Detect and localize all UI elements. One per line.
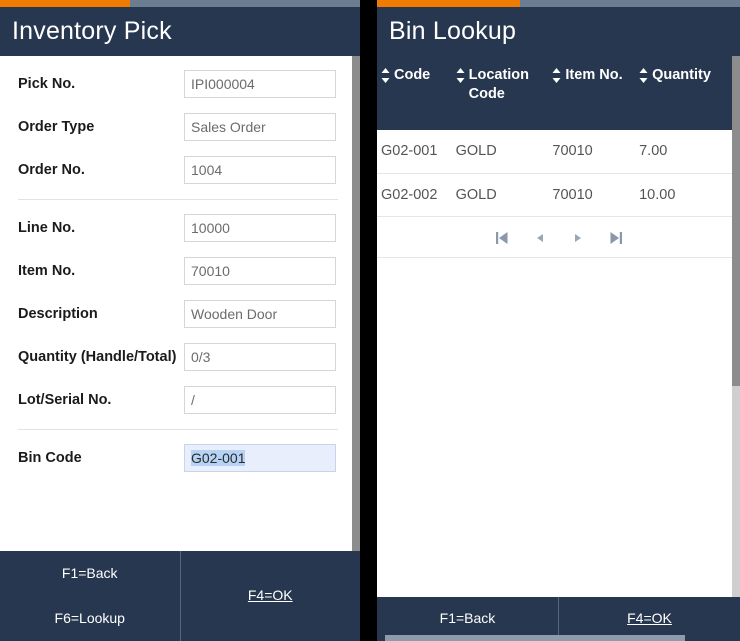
- field-row-lot-serial-no: Lot/Serial No. /: [18, 386, 338, 416]
- inventory-pick-panel: Inventory Pick Pick No. IPI000004 Order …: [0, 0, 360, 641]
- field-row-quantity: Quantity (Handle/Total) 0/3: [18, 343, 338, 373]
- cell-quantity: 10.00: [635, 173, 740, 218]
- label-bin-code: Bin Code: [18, 450, 82, 466]
- next-page-icon[interactable]: [569, 229, 587, 247]
- field-row-description: Description Wooden Door: [18, 300, 338, 330]
- left-command-group: F1=Back F6=Lookup: [0, 551, 180, 641]
- column-header-quantity-label: Quantity: [652, 67, 711, 83]
- screen-root: Inventory Pick Pick No. IPI000004 Order …: [0, 0, 740, 641]
- table-row[interactable]: G02-001 GOLD 70010 7.00: [377, 129, 740, 174]
- cell-location-code: GOLD: [451, 173, 549, 218]
- input-order-type[interactable]: Sales Order: [184, 113, 336, 141]
- bin-lookup-command-bar: F1=Back F4=OK: [377, 597, 740, 641]
- column-header-location-code[interactable]: Location Code: [451, 56, 549, 130]
- right-panel-horizontal-scrollbar[interactable]: [377, 635, 740, 641]
- field-row-order-no: Order No. 1004: [18, 156, 338, 186]
- form-divider-1: [18, 199, 338, 200]
- f6-lookup-button[interactable]: F6=Lookup: [55, 606, 125, 632]
- column-header-item-no[interactable]: Item No.: [548, 56, 636, 130]
- right-panel-scroll-thumb[interactable]: [732, 56, 740, 386]
- form-divider-2: [18, 429, 338, 430]
- input-order-no[interactable]: 1004: [184, 156, 336, 184]
- column-header-location-code-label: Location Code: [468, 67, 530, 102]
- lookup-page-title: Bin Lookup: [389, 17, 517, 45]
- bin-lookup-body: Code Location Code Item No. Quantity G02…: [377, 56, 740, 597]
- input-line-no[interactable]: 10000: [184, 214, 336, 242]
- bin-lookup-panel: Bin Lookup Code Location Code Item No. Q…: [377, 0, 740, 641]
- label-description: Description: [18, 306, 98, 322]
- column-header-code-label: Code: [394, 67, 431, 83]
- table-header-row: Code Location Code Item No. Quantity: [377, 56, 740, 130]
- cell-code: G02-001: [377, 129, 452, 174]
- input-bin-code-selected-text: G02-001: [191, 450, 246, 466]
- bin-lookup-titlebar: Bin Lookup: [377, 7, 740, 56]
- sort-updown-icon: [381, 68, 390, 83]
- label-pick-no: Pick No.: [18, 76, 76, 92]
- input-description[interactable]: Wooden Door: [184, 300, 336, 328]
- input-item-no[interactable]: 70010: [184, 257, 336, 285]
- label-quantity: Quantity (Handle/Total): [18, 349, 177, 365]
- right-panel-hscroll-thumb[interactable]: [385, 635, 685, 641]
- column-header-item-no-label: Item No.: [565, 67, 623, 83]
- right-progress-fill: [377, 0, 520, 7]
- cell-code: G02-002: [377, 173, 452, 218]
- left-panel-scroll-thumb[interactable]: [352, 56, 360, 551]
- cell-quantity: 7.00: [635, 129, 740, 174]
- field-row-pick-no: Pick No. IPI000004: [18, 70, 338, 100]
- first-page-icon[interactable]: [493, 229, 511, 247]
- last-page-icon[interactable]: [607, 229, 625, 247]
- right-panel-vertical-scrollbar[interactable]: [732, 56, 740, 597]
- input-lot-serial-no[interactable]: /: [184, 386, 336, 414]
- inventory-pick-titlebar: Inventory Pick: [0, 7, 360, 56]
- sort-updown-icon: [552, 68, 561, 83]
- label-item-no: Item No.: [18, 263, 76, 279]
- inventory-pick-form: Pick No. IPI000004 Order Type Sales Orde…: [0, 56, 360, 474]
- table-pagination: [377, 217, 740, 259]
- label-line-no: Line No.: [18, 220, 76, 236]
- inventory-pick-command-bar: F1=Back F6=Lookup F4=OK: [0, 551, 360, 641]
- cell-item-no: 70010: [548, 129, 636, 174]
- table-row[interactable]: G02-002 GOLD 70010 10.00: [377, 173, 740, 218]
- left-panel-vertical-scrollbar[interactable]: [352, 56, 360, 551]
- label-order-no: Order No.: [18, 162, 85, 178]
- input-quantity[interactable]: 0/3: [184, 343, 336, 371]
- label-order-type: Order Type: [18, 119, 95, 135]
- page-title: Inventory Pick: [12, 17, 172, 45]
- cell-item-no: 70010: [548, 173, 636, 218]
- f1-back-button[interactable]: F1=Back: [440, 606, 496, 632]
- f4-ok-button[interactable]: F4=OK: [627, 606, 672, 632]
- bin-lookup-table-body: G02-001 GOLD 70010 7.00 G02-002 GOLD 700…: [377, 129, 740, 218]
- f1-back-button[interactable]: F1=Back: [62, 561, 118, 587]
- left-progress-fill: [0, 0, 130, 7]
- field-row-order-type: Order Type Sales Order: [18, 113, 338, 143]
- right-progress-bar: [377, 0, 740, 7]
- sort-updown-icon: [639, 68, 648, 83]
- sort-updown-icon: [456, 68, 465, 83]
- field-row-bin-code: Bin Code G02-001: [18, 444, 338, 474]
- field-row-line-no: Line No. 10000: [18, 214, 338, 244]
- label-lot-serial-no: Lot/Serial No.: [18, 392, 112, 408]
- left-progress-bar: [0, 0, 360, 7]
- column-header-code[interactable]: Code: [377, 56, 452, 130]
- input-bin-code[interactable]: G02-001: [184, 444, 336, 472]
- bin-lookup-table: Code Location Code Item No. Quantity G02…: [377, 56, 740, 218]
- bin-lookup-table-head: Code Location Code Item No. Quantity: [377, 56, 740, 130]
- right-command-group: F4=OK: [179, 551, 361, 641]
- f4-ok-button[interactable]: F4=OK: [248, 583, 293, 609]
- previous-page-icon[interactable]: [531, 229, 549, 247]
- inventory-pick-body: Pick No. IPI000004 Order Type Sales Orde…: [0, 56, 360, 551]
- field-row-item-no: Item No. 70010: [18, 257, 338, 287]
- column-header-quantity[interactable]: Quantity: [635, 56, 740, 130]
- input-pick-no[interactable]: IPI000004: [184, 70, 336, 98]
- cell-location-code: GOLD: [451, 129, 549, 174]
